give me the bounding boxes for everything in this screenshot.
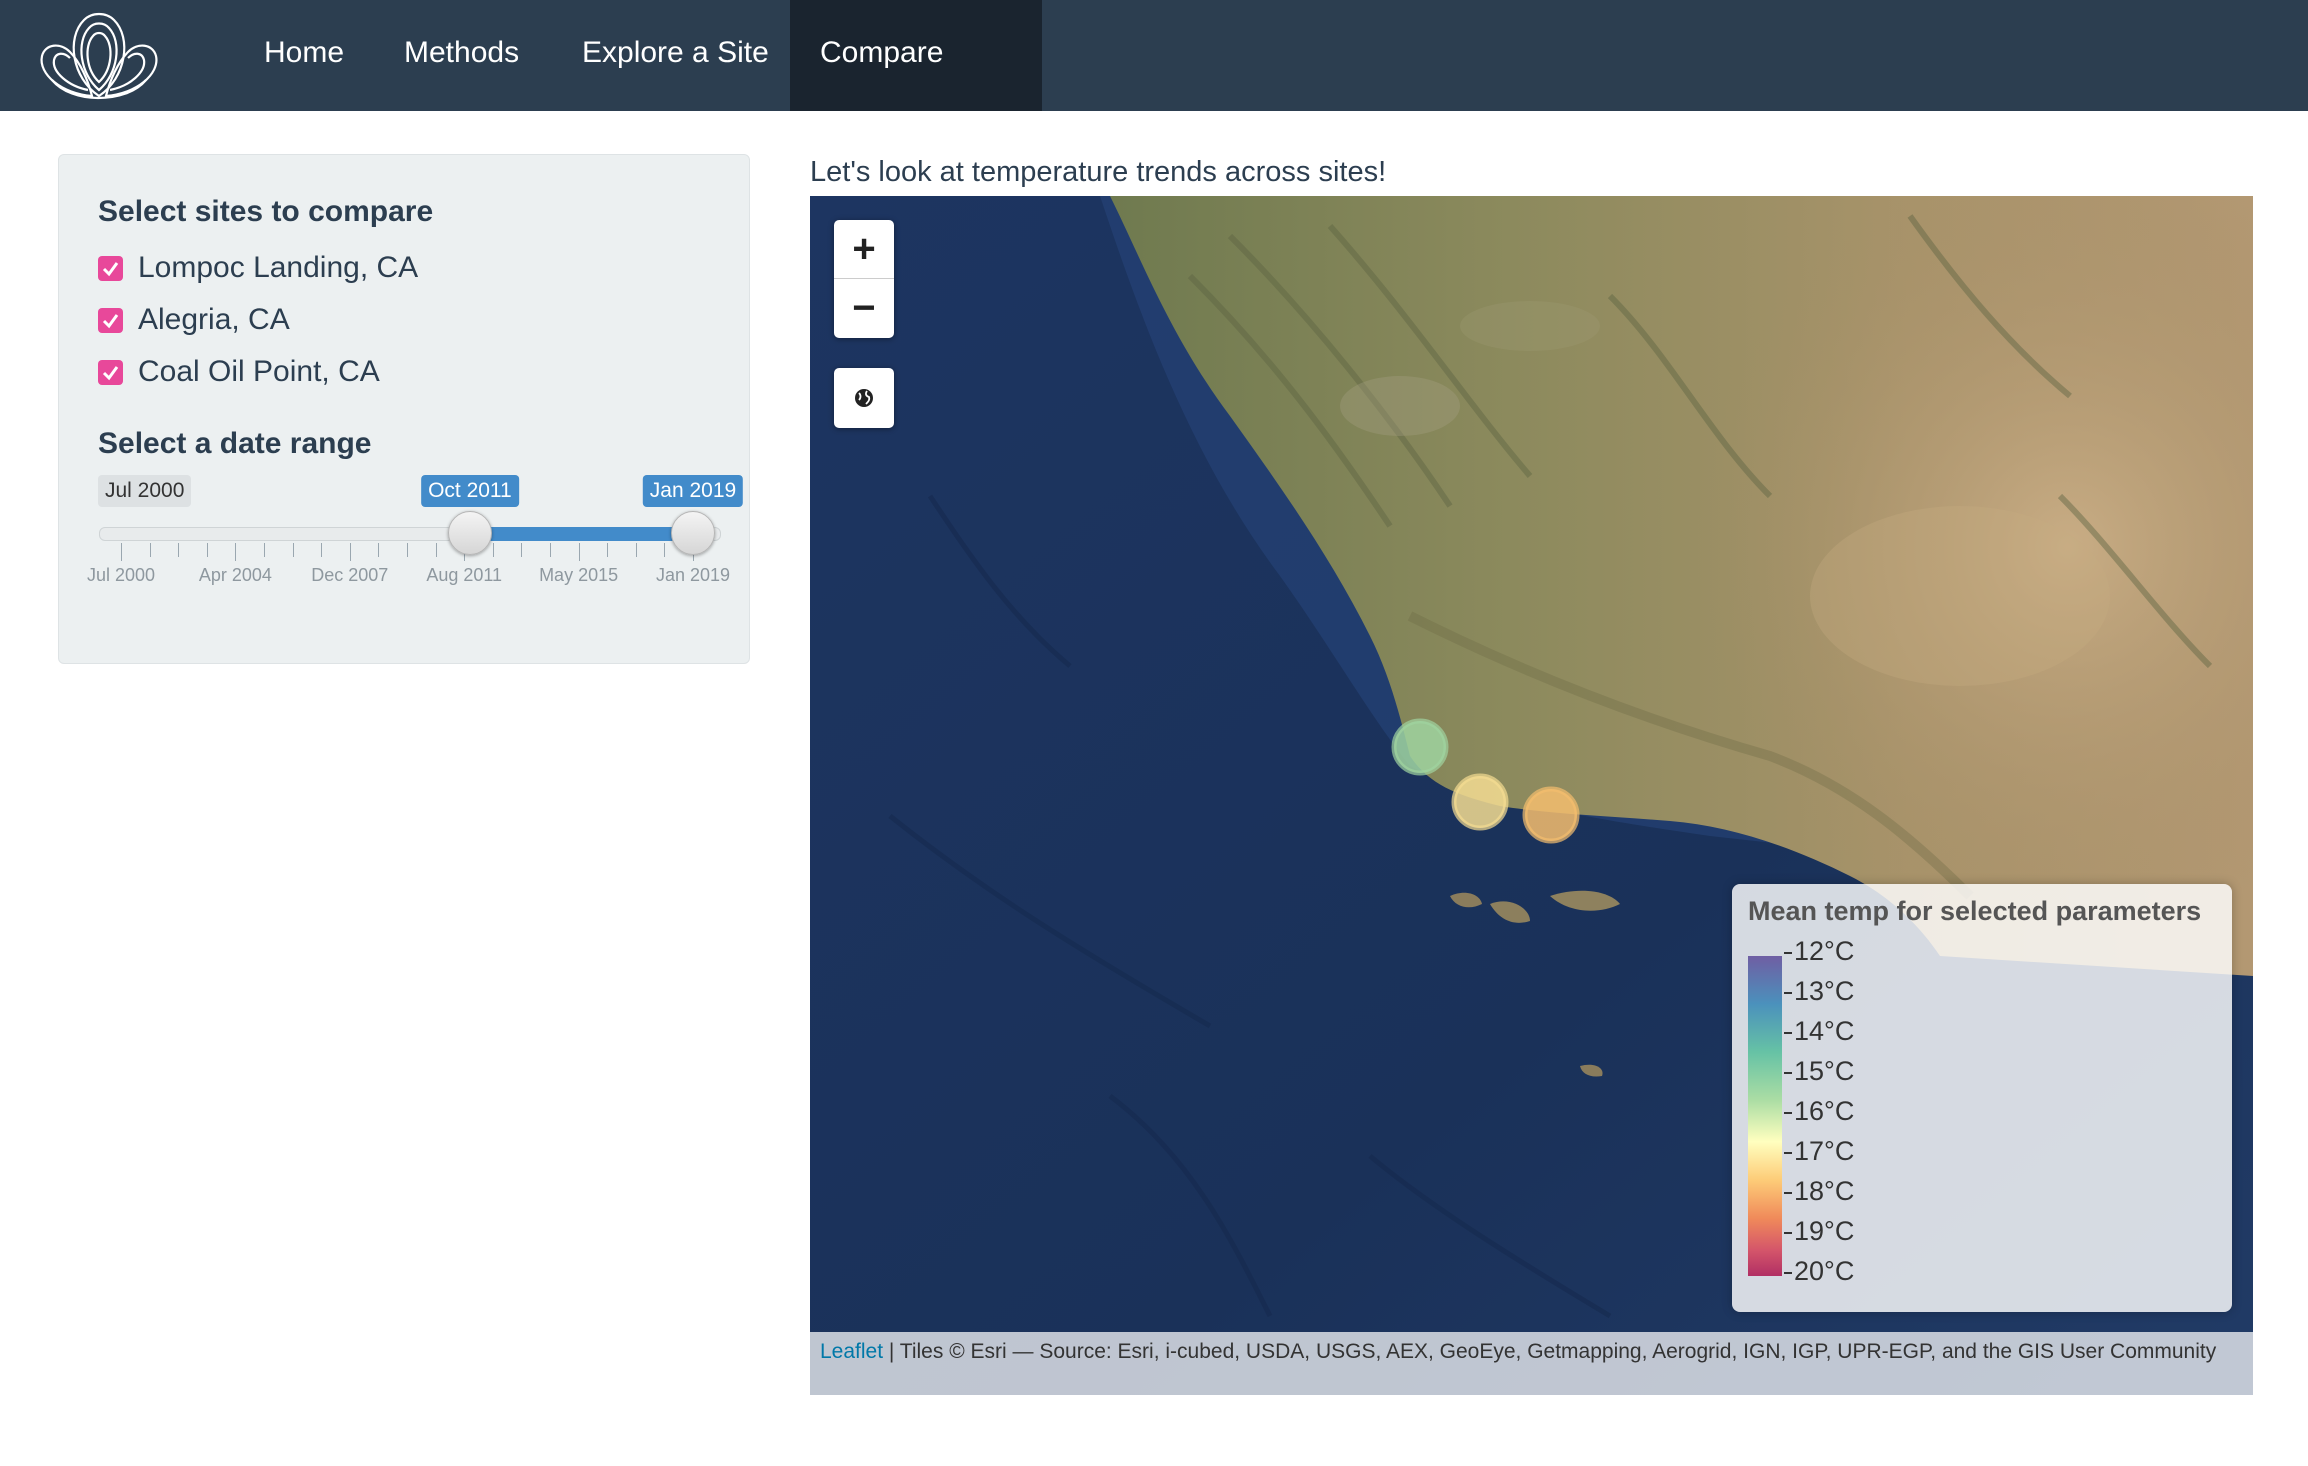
temperature-legend: Mean temp for selected parameters 12°C 1… <box>1732 884 2232 1312</box>
slider-grid-tick <box>407 543 408 557</box>
satellite-map[interactable]: + − Mean temp for selected parameters 12… <box>810 196 2253 1395</box>
zoom-out-button[interactable]: − <box>834 278 894 337</box>
slider-tick-label: Jan 2019 <box>655 565 731 585</box>
sidebar-panel: Select sites to compare Lompoc Landing, … <box>58 154 750 664</box>
map-attribution: Leaflet | Tiles © Esri — Source: Esri, i… <box>810 1332 2253 1395</box>
slider-tick-label: Apr 2004 <box>198 565 272 585</box>
slider-tick-label: Dec 2007 <box>311 565 389 585</box>
legend-label: 15°C <box>1784 1056 1854 1086</box>
leaflet-link[interactable]: Leaflet <box>820 1340 883 1363</box>
slider-from-label: Oct 2011 <box>421 475 519 507</box>
zoom-control: + − <box>834 220 894 338</box>
slider-grid-tick <box>292 543 294 557</box>
slider-tick-label: May 2015 <box>539 565 619 585</box>
slider-grid-tick <box>149 543 151 557</box>
legend-label: 14°C <box>1784 1016 1854 1046</box>
slider-from-handle[interactable] <box>447 511 492 555</box>
legend-label: 13°C <box>1784 976 1854 1006</box>
nav-explore-site[interactable]: Explore a Site <box>552 0 799 111</box>
legend-label: 12°C <box>1784 936 1854 966</box>
slider-grid-tick <box>635 543 637 557</box>
slider-to-handle[interactable] <box>671 511 715 555</box>
legend-title: Mean temp for selected parameters <box>1748 896 2202 926</box>
page-title: Let's look at temperature trends across … <box>810 156 1387 188</box>
legend-label: 20°C <box>1784 1256 1854 1286</box>
slider-grid-tick <box>264 543 265 557</box>
navbar: Home Methods Explore a Site Compare Site… <box>0 0 2308 175</box>
legend-label: 18°C <box>1784 1176 1854 1206</box>
slider-grid-tick <box>607 543 609 557</box>
zoom-in-button[interactable]: + <box>834 220 894 278</box>
slider-grid-tick <box>578 543 580 561</box>
slider-tick-label: Aug 2011 <box>426 565 503 585</box>
site-marker-lompoc-landing[interactable] <box>1391 718 1449 776</box>
globe-icon[interactable] <box>834 368 894 428</box>
site-marker-alegria[interactable] <box>1451 773 1509 831</box>
slider-grid-tick <box>378 543 380 557</box>
nav-compare-sites[interactable]: Compare Sites <box>790 0 1042 175</box>
slider-min-label: Jul 2000 <box>98 475 192 507</box>
slider-range-fill <box>469 527 693 541</box>
slider-to-label: Jan 2019 <box>642 475 744 507</box>
slider-grid-tick <box>550 543 551 557</box>
slider-grid-tick <box>121 543 122 561</box>
nav-home[interactable]: Home <box>234 0 374 111</box>
attribution-text: | Tiles © Esri — Source: Esri, i-cubed, … <box>883 1340 2217 1363</box>
slider-grid-tick <box>664 543 666 557</box>
slider-grid-tick <box>521 543 523 557</box>
slider-tick-label: Jul 2000 <box>86 565 156 585</box>
slider-tick-labels: Jul 2000 Apr 2004 Dec 2007 Aug 2011 May 2015… <box>59 565 751 589</box>
nav-methods[interactable]: Methods <box>374 0 549 111</box>
slider-grid-tick <box>178 543 180 557</box>
slider-grid-tick <box>321 543 323 557</box>
slider-grid-tick <box>206 543 208 557</box>
slider-grid-tick <box>435 543 437 557</box>
mussel-logo-icon[interactable] <box>32 8 167 103</box>
date-range-slider[interactable]: Jul 2000 Oct 2011 Jan 2019 Jul 2000 Apr 2… <box>59 155 751 665</box>
legend-label: 19°C <box>1784 1216 1854 1246</box>
legend-color-bar <box>1748 956 1782 1276</box>
site-marker-coal-oil-point[interactable] <box>1522 786 1580 844</box>
legend-label: 16°C <box>1784 1096 1854 1126</box>
slider-grid <box>59 543 751 563</box>
slider-grid-tick <box>349 543 351 561</box>
slider-grid-tick <box>235 543 237 561</box>
legend-label: 17°C <box>1784 1136 1854 1166</box>
slider-grid-tick <box>492 543 494 557</box>
